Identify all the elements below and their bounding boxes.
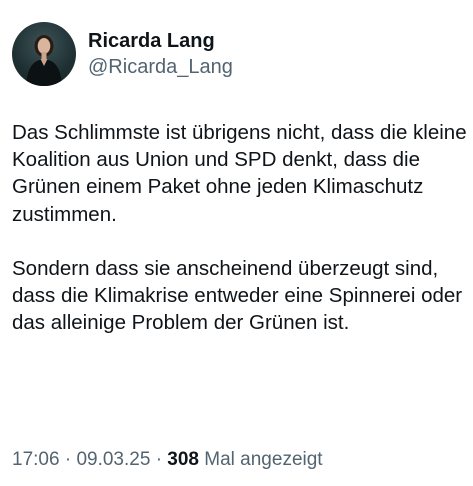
tweet-date[interactable]: 09.03.25 (76, 449, 150, 470)
tweet-paragraph-2: Sondern dass sie anscheinend überzeugt s… (12, 257, 463, 335)
avatar-portrait-icon (26, 35, 62, 86)
avatar[interactable] (12, 22, 76, 86)
tweet-meta: 17:06 · 09.03.25 · 308 Mal angezeigt (12, 448, 323, 472)
tweet-header: Ricarda Lang @Ricarda_Lang (12, 22, 233, 86)
views-count[interactable]: 308 (167, 449, 199, 470)
author-handle[interactable]: @Ricarda_Lang (88, 54, 233, 80)
views-label: Mal angezeigt (204, 449, 323, 470)
author-display-name[interactable]: Ricarda Lang (88, 28, 233, 54)
tweet-paragraph-1: Das Schlimmste ist übrigens nicht, dass … (12, 121, 467, 226)
tweet-time[interactable]: 17:06 (12, 449, 60, 470)
tweet-text: Das Schlimmste ist übrigens nicht, dass … (12, 119, 467, 337)
tweet-card: Ricarda Lang @Ricarda_Lang Das Schlimmst… (0, 0, 473, 486)
author-names: Ricarda Lang @Ricarda_Lang (88, 28, 233, 80)
meta-separator: · (155, 449, 163, 470)
meta-separator: · (64, 449, 72, 470)
